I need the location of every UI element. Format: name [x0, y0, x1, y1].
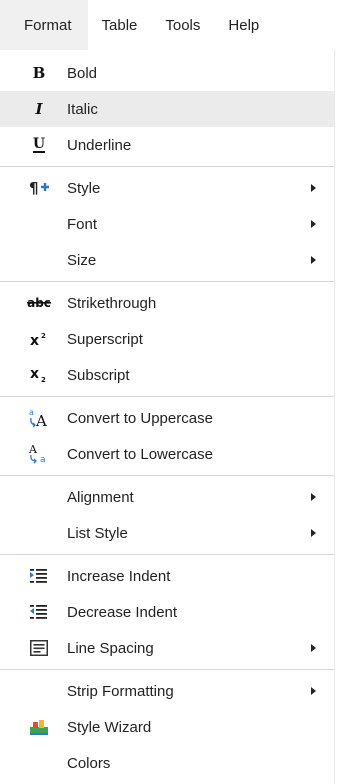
menu-bar: Format Table Tools Help	[0, 0, 338, 50]
menu-item-label: Subscript	[67, 366, 130, 384]
menu-item-label: Superscript	[67, 330, 143, 348]
menu-item-label: Convert to Uppercase	[67, 409, 213, 427]
menubar-format[interactable]: Format	[0, 0, 88, 50]
line-spacing-icon	[26, 638, 52, 658]
menu-item-subscript[interactable]: x 2 Subscript	[0, 357, 334, 393]
menu-item-size[interactable]: Size	[0, 242, 334, 278]
menu-item-decrease-indent[interactable]: Decrease Indent	[0, 594, 334, 630]
svg-text:x: x	[30, 366, 39, 382]
submenu-arrow-icon	[311, 687, 316, 695]
menu-item-line-spacing[interactable]: Line Spacing	[0, 630, 334, 666]
menu-item-font[interactable]: Font	[0, 206, 334, 242]
menu-item-label: Italic	[67, 100, 98, 118]
submenu-arrow-icon	[311, 220, 316, 228]
menubar-help[interactable]: Help	[214, 0, 273, 50]
menu-item-label: Line Spacing	[67, 639, 154, 657]
increase-indent-icon	[26, 566, 52, 586]
submenu-arrow-icon	[311, 493, 316, 501]
lowercase-icon: A a	[26, 443, 52, 465]
menu-item-strikethrough[interactable]: abc Strikethrough	[0, 285, 334, 321]
menu-separator	[0, 475, 334, 476]
menu-item-label: Strip Formatting	[67, 682, 174, 700]
menu-item-italic[interactable]: I Italic	[0, 91, 334, 127]
submenu-arrow-icon	[311, 529, 316, 537]
svg-text:A: A	[28, 443, 38, 456]
svg-text:a: a	[40, 455, 46, 465]
bold-icon: B	[26, 63, 52, 83]
menubar-table[interactable]: Table	[88, 0, 152, 50]
italic-icon: I	[26, 99, 52, 119]
svg-text:x: x	[30, 333, 39, 348]
menu-item-label: Strikethrough	[67, 294, 157, 312]
menu-item-underline[interactable]: U Underline	[0, 127, 334, 163]
menu-item-bold[interactable]: B Bold	[0, 55, 334, 91]
submenu-arrow-icon	[311, 256, 316, 264]
svg-text:I: I	[34, 101, 43, 117]
menu-item-increase-indent[interactable]: Increase Indent	[0, 558, 334, 594]
menu-item-label: Colors	[67, 754, 111, 772]
svg-text:¶: ¶	[29, 179, 39, 197]
menu-item-label: Size	[67, 251, 97, 269]
menu-separator	[0, 669, 334, 670]
menu-item-label: Style Wizard	[67, 718, 152, 736]
menu-item-label: Convert to Lowercase	[67, 445, 213, 463]
svg-text:U: U	[33, 136, 45, 152]
menubar-tools[interactable]: Tools	[151, 0, 214, 50]
svg-text:B: B	[33, 65, 46, 81]
menu-item-label: Font	[67, 215, 98, 233]
menu-item-convert-lowercase[interactable]: A a Convert to Lowercase	[0, 436, 334, 472]
menu-item-label: Bold	[67, 64, 98, 82]
menu-item-strip-formatting[interactable]: Strip Formatting	[0, 673, 334, 709]
svg-text:2: 2	[41, 332, 46, 340]
menu-separator	[0, 396, 334, 397]
superscript-icon: x 2	[26, 329, 52, 349]
svg-text:A: A	[35, 412, 47, 429]
menu-separator	[0, 281, 334, 282]
menu-item-style[interactable]: ¶ Style	[0, 170, 334, 206]
submenu-arrow-icon	[311, 644, 316, 652]
menu-item-alignment[interactable]: Alignment	[0, 479, 334, 515]
menu-item-label: Increase Indent	[67, 567, 171, 585]
strikethrough-icon: abc	[26, 293, 52, 313]
menu-item-superscript[interactable]: x 2 Superscript	[0, 321, 334, 357]
menu-item-label: Underline	[67, 136, 132, 154]
underline-icon: U	[26, 135, 52, 155]
menu-separator	[0, 554, 334, 555]
menu-item-colors[interactable]: Colors	[0, 745, 334, 781]
svg-text:2: 2	[41, 376, 46, 384]
menu-item-style-wizard[interactable]: Style Wizard	[0, 709, 334, 745]
submenu-arrow-icon	[311, 184, 316, 192]
menu-separator	[0, 166, 334, 167]
decrease-indent-icon	[26, 602, 52, 622]
menu-item-label: List Style	[67, 524, 128, 542]
format-dropdown-menu: B Bold I Italic U Underline ¶ Style Font…	[0, 50, 335, 784]
paragraph-style-icon: ¶	[26, 178, 52, 198]
menu-item-label: Style	[67, 179, 101, 197]
uppercase-icon: a A	[26, 408, 52, 429]
menu-item-list-style[interactable]: List Style	[0, 515, 334, 551]
svg-text:a: a	[29, 408, 34, 417]
menu-item-label: Decrease Indent	[67, 603, 178, 621]
menu-item-convert-uppercase[interactable]: a A Convert to Uppercase	[0, 400, 334, 436]
menu-item-label: Alignment	[67, 488, 134, 506]
style-wizard-icon	[26, 717, 52, 737]
subscript-icon: x 2	[26, 365, 52, 385]
